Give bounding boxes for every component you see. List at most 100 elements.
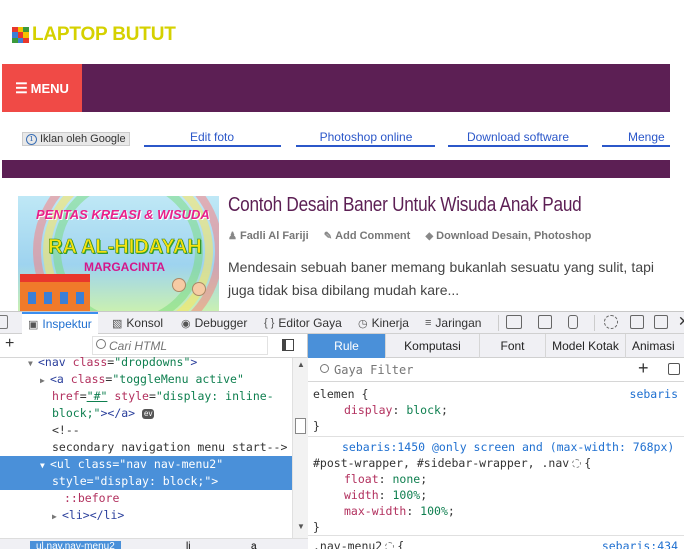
highlight-selector-icon[interactable] [385,542,395,549]
collapse-arrow-icon[interactable]: ▼ [40,457,50,474]
post-thumbnail[interactable]: PENTAS KREASI & WISUDA RA AL-HIDAYAH MAR… [18,196,219,311]
tab-inspektur[interactable]: ▣ Inspektur [22,312,98,334]
site-logo[interactable]: LAPTOP BUTUT [12,24,176,45]
breadcrumb-ul[interactable]: ul.nav.nav-menu2 [30,541,121,549]
markup-scrollbar[interactable]: ▲ ▼ [292,358,308,538]
tab-editor-gaya[interactable]: { } Editor Gaya [264,312,342,334]
rule-declaration[interactable]: width: 100%; [344,487,427,503]
collapse-arrow-icon[interactable]: ▼ [28,355,38,372]
markup-tree: ▼ <nav class="dropdowns"> ▶ <a class="togg… [0,355,292,538]
markup-view: + ▼<nav class="dropdowns"> ▶<a class="to… [0,334,308,549]
close-icon[interactable]: ✕ [678,314,684,329]
ad-link-edit-foto[interactable]: Edit foto [152,130,272,146]
tree-node-before[interactable]: ::before [0,490,292,507]
tab-jaringan[interactable]: ≡ Jaringan [425,312,481,334]
tab-font[interactable]: Font [480,334,546,358]
tree-node-a-toggle[interactable]: ▶ <a class="toggleMenu active" [0,371,292,388]
hamburger-icon: ☰ [15,79,28,96]
tree-node-comment[interactable]: <!-- [0,422,292,439]
ad-link-photoshop-online[interactable]: Photoshop online [300,130,432,146]
network-icon: ≡ [425,317,432,329]
rule-declaration[interactable]: max-width: 100%; [344,503,455,519]
tag-icon: ◆ [425,231,434,242]
tree-node-a-end[interactable]: block;"></a> ev [0,405,292,422]
scroll-up-icon[interactable]: ▲ [297,360,305,369]
search-html-input[interactable] [92,336,268,355]
breadcrumb-a[interactable]: a [245,541,263,549]
tab-rule[interactable]: Rule [308,334,386,358]
devtools-panel: ▣ Inspektur ▧ Konsol ◉ Debugger { } Editor G… [0,311,684,549]
ad-link-menge[interactable]: Menge [628,130,684,146]
rule-list: elemen { sebaris display: block; } sebar… [308,382,684,549]
post-title[interactable]: Contoh Desain Baner Untuk Wisuda Anak Pa… [228,194,582,217]
add-rule-icon[interactable]: + [638,358,649,379]
ad-link-underline [602,145,670,147]
breadcrumb-li[interactable]: li [180,541,196,549]
tree-node-li[interactable]: ▶ <li></li> [0,507,292,524]
rules-toolbar: + [308,358,684,382]
rule-selector-element[interactable]: elemen { [313,386,368,402]
rule-close: } [313,520,320,534]
sidebar-tabs: Rule Komputasi Font Model Kotak Animasi [308,334,684,358]
settings-gear-icon[interactable] [604,315,618,329]
pick-element-icon[interactable] [0,315,8,329]
rule-source-link[interactable]: sebaris:434 [602,538,678,549]
rule-media-query[interactable]: sebaris:1450 @only screen and (max-width… [342,439,674,455]
toggle-sidebar-icon[interactable] [282,339,294,351]
ad-link-download-software[interactable]: Download software [452,130,584,146]
tree-node-ul-style[interactable]: style="display: block;"> [0,473,292,490]
tab-model-kotak[interactable]: Model Kotak [546,334,626,358]
add-node-icon[interactable]: + [5,335,14,353]
split-console-icon[interactable] [538,315,552,329]
rule-declaration[interactable]: float: none; [344,471,427,487]
responsive-mode-icon[interactable] [568,315,578,329]
layout-toggle-icon[interactable] [506,315,522,329]
ad-label[interactable]: i Iklan oleh Google [22,132,130,146]
console-icon: ▧ [112,317,123,330]
event-badge[interactable]: ev [142,408,155,419]
post-comment-link[interactable]: Add Comment [335,230,410,242]
rule-selector-post-wrapper[interactable]: #post-wrapper, #sidebar-wrapper, .nav{ [313,455,591,471]
rule-close: } [313,419,320,433]
expand-arrow-icon[interactable]: ▶ [52,508,62,525]
tab-debugger[interactable]: ◉ Debugger [181,312,247,334]
thumbnail-caption: PENTAS KREASI & WISUDA [36,207,210,222]
post-excerpt: Mendesain sebuah baner memang bukanlah s… [228,259,654,298]
tree-node-comment-text[interactable]: secondary navigation menu start--> [0,439,292,456]
thumbnail-title: RA AL-HIDAYAH [48,236,202,259]
ad-link-underline [296,145,435,147]
expand-arrow-icon[interactable]: ▶ [40,372,50,389]
tree-node-nav[interactable]: ▼ <nav class="dropdowns"> [0,354,292,371]
school-illustration [20,274,90,311]
filter-styles-input[interactable] [314,360,634,380]
tab-animasi[interactable]: Animasi [626,334,684,358]
post-categories[interactable]: Download Desain, Photoshop [436,230,591,242]
comment-icon: ✎ [323,231,333,242]
scrollbar-thumb[interactable] [295,418,306,434]
tab-konsol[interactable]: ▧ Konsol [112,312,163,334]
kids-illustration [168,274,214,311]
logo-text: LAPTOP BUTUT [32,24,176,45]
undock-window-icon[interactable] [654,315,668,329]
ad-links-bar: i Iklan oleh Google Edit foto Photoshop … [2,112,670,160]
secondary-nav-bar [2,160,670,178]
performance-icon: ◷ [358,317,368,330]
thumbnail-subtitle: MARGACINTA [84,260,166,274]
tree-node-ul-selected[interactable]: ▼ <ul class="nav nav-menu2" [0,456,292,473]
post-meta: ♟ Fadli Al Fariji ✎ Add Comment ◆ Download … [228,230,591,242]
rule-selector-nav-menu2[interactable]: .nav-menu2{ [313,538,404,549]
menu-toggle-button[interactable]: ☰ MENU [2,64,82,112]
tree-node-a-attrs[interactable]: href="#" style="display: inline- [0,388,292,405]
highlight-selector-icon[interactable] [572,459,582,468]
post-author[interactable]: Fadli Al Fariji [240,230,309,242]
main-menu-bar: ☰ MENU [2,64,670,112]
tab-kinerja[interactable]: ◷ Kinerja [358,312,409,334]
tab-komputasi[interactable]: Komputasi [386,334,480,358]
rule-source-link[interactable]: sebaris [630,386,678,402]
dock-side-icon[interactable] [630,315,644,329]
ad-link-underline [448,145,588,147]
scroll-down-icon[interactable]: ▼ [297,522,305,531]
pseudo-class-toggle-icon[interactable] [668,363,680,375]
website-viewport: LAPTOP BUTUT ☰ MENU i Iklan oleh Google … [0,0,684,311]
rule-declaration[interactable]: display: block; [344,402,448,418]
